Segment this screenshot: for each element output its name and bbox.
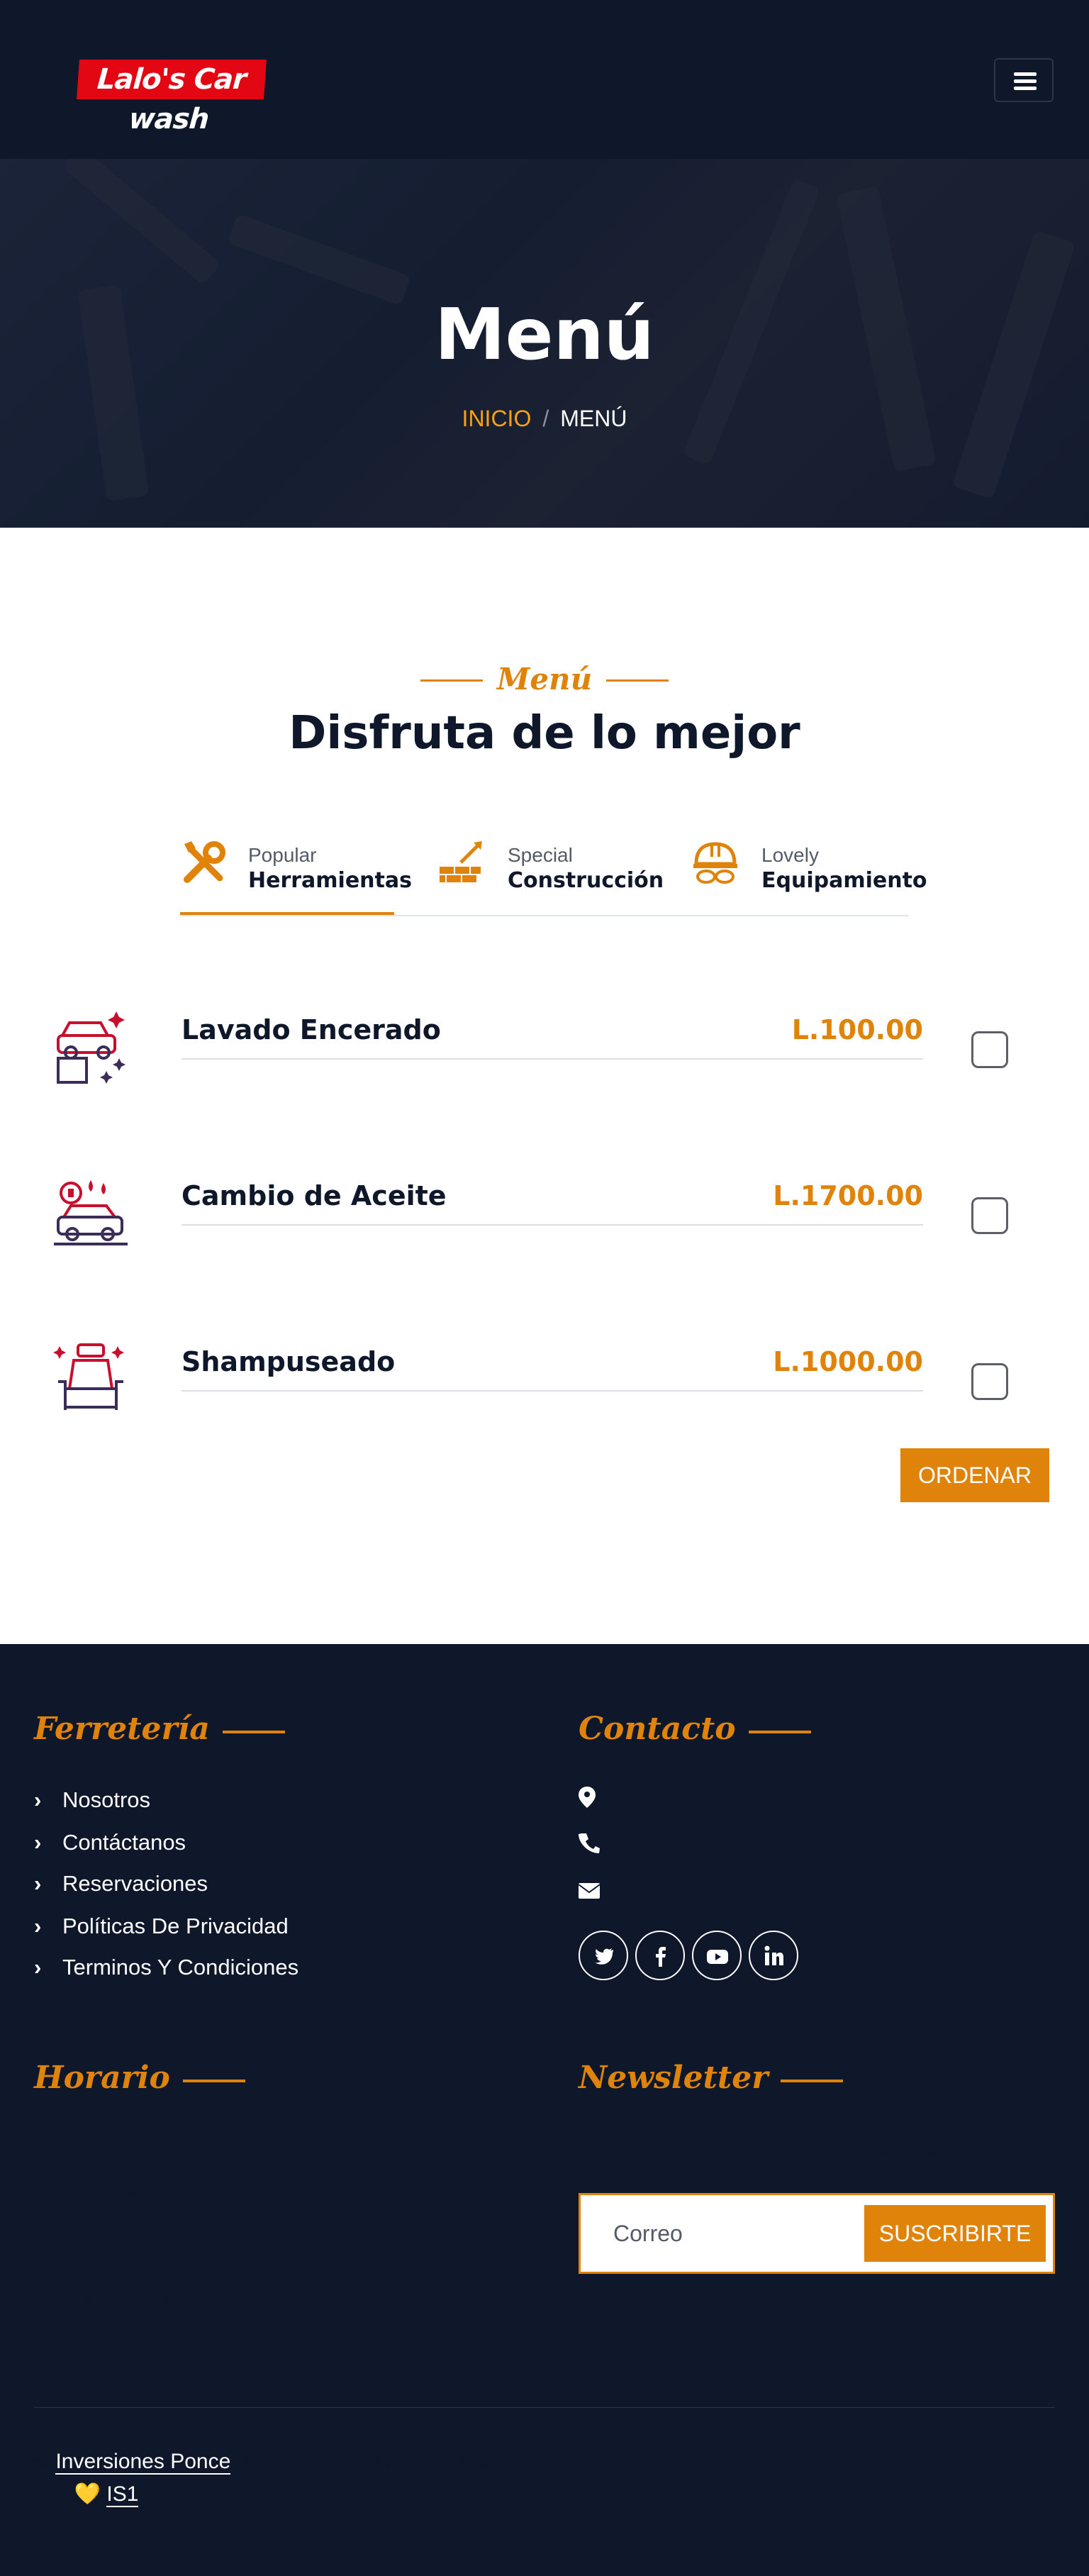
breadcrumb-home-link[interactable]: INICIO [462,406,532,431]
hours-saturday-time: 08AM - 12PM [34,2287,173,2312]
menu-item: Lavado Encerado L.100.00 [50,1007,1042,1092]
footer-company-title: Ferretería [34,1709,285,1749]
menu-item: Shampuseado L.1000.00 [50,1339,1042,1424]
copyright: © Inversiones Ponce, All Right Reserved.… [34,2450,520,2507]
footer-link-reservaciones[interactable]: › Reservaciones [34,1870,208,1898]
contact-email: admisiones@unitec.edu [578,1877,861,1905]
facebook-button[interactable] [635,1931,685,1980]
newsletter-description: Para saber más de nuestras promociones. [579,2138,1006,2163]
helmet-goggles-icon [693,842,737,884]
linkedin-icon [764,1945,783,1965]
newsletter-form: SUSCRIBIRTE [579,2193,1055,2274]
car-seat-icon [53,1343,124,1410]
footer-link-terminos[interactable]: › Terminos Y Condiciones [34,1953,298,1982]
section-subtitle: Menú [420,662,669,696]
tab-herramientas-label: Herramientas [248,868,412,893]
hours-weekday-label: Lunes - Viernes [34,2133,252,2165]
tab-equipamiento-label: Equipamiento [761,868,927,893]
footer-link-nosotros[interactable]: › Nosotros [34,1786,150,1814]
tab-herramientas[interactable]: Popular Herramientas [180,838,412,915]
select-checkbox[interactable] [971,1363,1008,1400]
item-price: L.1000.00 [773,1346,923,1377]
footer-divider [34,2407,1055,2408]
chevron-right-icon: › [34,1830,42,1855]
footer-home-link[interactable]: Inicio [1005,2445,1055,2478]
hours-weekday-time: 08AM - 04PM [34,2184,173,2210]
item-price: L.1700.00 [773,1180,923,1211]
youtube-icon [707,1950,728,1964]
contact-address: Bulevar Centroamérica, Tegucigalpa, HN [579,1786,1029,1814]
tools-icon [184,841,225,883]
chevron-right-icon: › [34,1914,42,1938]
menu-tabs: Popular Herramientas Special Construcció… [180,828,927,916]
footer-link-contactanos[interactable]: › Contáctanos [34,1828,186,1857]
order-button[interactable]: ORDENAR [900,1448,1049,1502]
divider [182,1058,923,1060]
heart-icon: 💛 [74,2482,101,2506]
select-checkbox[interactable] [971,1197,1008,1234]
footer-newsletter-title: Newsletter [579,2058,844,2098]
footer-link-privacidad[interactable]: › Políticas De Privacidad [34,1912,289,1941]
breadcrumb: INICIO / MENÚ [0,404,1089,433]
envelope-icon [578,1877,618,1905]
twitter-button[interactable] [579,1931,628,1980]
tab-construccion-caption: Special [508,844,573,866]
car-wash-icon [57,1011,125,1084]
tab-construccion[interactable]: Special Construcción [437,838,664,915]
divider [182,1390,923,1392]
tab-construccion-label: Construcción [508,868,664,893]
hamburger-icon [1014,72,1037,76]
menu-item: Cambio de Aceite L.1700.00 [50,1173,1042,1258]
tab-equipamiento-caption: Lovely [761,844,819,866]
chevron-right-icon: › [34,1787,42,1812]
car-oil-icon [54,1180,128,1245]
contact-phone: +504 2202-4420 [579,1831,784,1860]
designer-link[interactable]: IS1 [106,2482,139,2507]
hours-saturday-label: Sábado [34,2235,140,2267]
item-name: Cambio de Aceite [182,1180,447,1211]
footer-hours-title: Horario [34,2058,245,2098]
map-marker-icon [579,1786,618,1814]
breadcrumb-current: MENÚ [560,406,627,431]
menu-toggle-button[interactable] [994,58,1054,102]
footer [0,1644,1089,2576]
section-title: Disfruta de lo mejor [289,707,800,760]
footer-contact-title: Contacto [579,1709,811,1749]
navbar: Lalo's Car wash [0,0,1089,159]
phone-icon [579,1831,618,1860]
facebook-icon [656,1947,666,1967]
subscribe-button[interactable]: SUSCRIBIRTE [864,2205,1046,2262]
item-name: Lavado Encerado [182,1014,441,1045]
youtube-button[interactable] [692,1931,742,1980]
brand-logo[interactable]: Lalo's Car wash [77,60,267,135]
select-checkbox[interactable] [971,1031,1008,1068]
twitter-icon [595,1948,613,1965]
linkedin-button[interactable] [749,1931,798,1980]
chevron-right-icon: › [34,1871,42,1896]
chevron-right-icon: › [34,1955,42,1980]
item-name: Shampuseado [182,1346,396,1377]
company-link[interactable]: Inversiones Ponce [55,2450,231,2475]
tab-herramientas-caption: Popular [248,844,317,866]
breadcrumb-separator: / [542,406,549,431]
item-price: L.100.00 [791,1014,923,1045]
newsletter-email-input[interactable] [613,2212,869,2255]
tab-equipamiento[interactable]: Lovely Equipamiento [691,838,927,915]
hero-banner: Menú INICIO / MENÚ [0,159,1089,528]
divider [182,1224,923,1226]
bricks-trowel-icon [440,841,482,882]
page-title: Menú [435,293,654,376]
